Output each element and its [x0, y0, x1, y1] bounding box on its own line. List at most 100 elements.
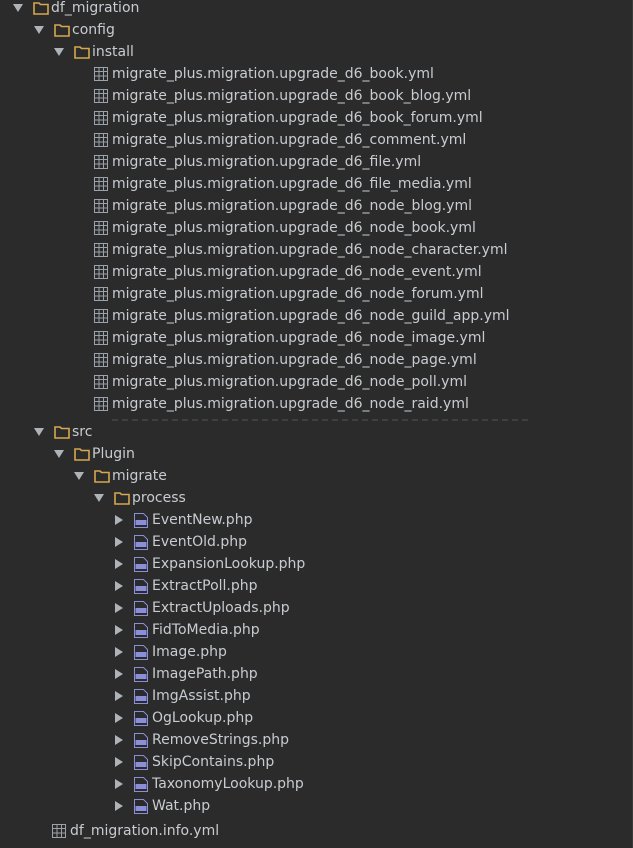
folder-icon	[33, 0, 49, 19]
file-label: Wat.php	[152, 798, 211, 814]
php-file-row[interactable]: ExtractPoll.php	[0, 575, 633, 597]
tree-row-migrate[interactable]: migrate	[0, 465, 633, 487]
php-file-icon	[134, 509, 150, 531]
php-file-row[interactable]: SkipContains.php	[0, 751, 633, 773]
php-file-row[interactable]: ImgAssist.php	[0, 685, 633, 707]
file-row[interactable]: migrate_plus.migration.upgrade_d6_node_p…	[0, 349, 633, 371]
file-label: ImagePath.php	[152, 666, 258, 682]
folder-label-src: src	[72, 424, 93, 440]
file-row[interactable]: migrate_plus.migration.upgrade_d6_node_e…	[0, 261, 633, 283]
collapsed-arrow-icon[interactable]	[114, 663, 126, 685]
project-tree: df_migration config install migrate_plus…	[0, 0, 633, 848]
folder-label-migrate: migrate	[112, 468, 167, 484]
collapsed-arrow-icon[interactable]	[114, 773, 126, 795]
file-row[interactable]: migrate_plus.migration.upgrade_d6_node_b…	[0, 217, 633, 239]
collapsed-arrow-icon[interactable]	[114, 729, 126, 751]
collapsed-arrow-icon[interactable]	[114, 553, 126, 575]
file-label: SkipContains.php	[152, 754, 275, 770]
file-row-info[interactable]: df_migration.info.yml	[0, 820, 633, 842]
collapsed-arrow-icon[interactable]	[114, 751, 126, 773]
yml-file-icon	[94, 283, 110, 305]
file-row[interactable]: migrate_plus.migration.upgrade_d6_book_b…	[0, 85, 633, 107]
folder-label-process: process	[132, 490, 186, 506]
yml-file-icon	[94, 173, 110, 195]
expanded-arrow-icon[interactable]	[73, 465, 85, 487]
php-file-row[interactable]: ExtractUploads.php	[0, 597, 633, 619]
php-file-row[interactable]: ImagePath.php	[0, 663, 633, 685]
yml-file-icon	[94, 393, 110, 415]
tree-row-src[interactable]: src	[0, 421, 633, 443]
file-row[interactable]: migrate_plus.migration.upgrade_d6_node_f…	[0, 283, 633, 305]
file-label: migrate_plus.migration.upgrade_d6_file.y…	[112, 154, 422, 170]
file-label: migrate_plus.migration.upgrade_d6_book.y…	[112, 66, 434, 82]
php-file-row[interactable]: EventOld.php	[0, 531, 633, 553]
php-file-icon	[134, 597, 150, 619]
collapsed-arrow-icon[interactable]	[114, 509, 126, 531]
php-file-row[interactable]: FidToMedia.php	[0, 619, 633, 641]
collapsed-arrow-icon[interactable]	[114, 619, 126, 641]
tree-row-config[interactable]: config	[0, 19, 633, 41]
file-row[interactable]: migrate_plus.migration.upgrade_d6_node_r…	[0, 393, 633, 415]
file-label: TaxonomyLookup.php	[152, 776, 304, 792]
file-row[interactable]: migrate_plus.migration.upgrade_d6_node_i…	[0, 327, 633, 349]
folder-icon	[74, 41, 90, 63]
folder-label-df-migration: df_migration	[51, 0, 140, 16]
file-row[interactable]: migrate_plus.migration.upgrade_d6_node_p…	[0, 371, 633, 393]
php-file-row[interactable]: TaxonomyLookup.php	[0, 773, 633, 795]
file-label: migrate_plus.migration.upgrade_d6_node_r…	[112, 396, 469, 412]
file-row[interactable]: migrate_plus.migration.upgrade_d6_file.y…	[0, 151, 633, 173]
expanded-arrow-icon[interactable]	[33, 19, 45, 41]
yml-file-icon	[94, 239, 110, 261]
php-file-icon	[134, 685, 150, 707]
php-file-row[interactable]: EventNew.php	[0, 509, 633, 531]
tree-row-process[interactable]: process	[0, 487, 633, 509]
file-label: ExtractPoll.php	[152, 578, 258, 594]
tree-row-df-migration[interactable]: df_migration	[0, 0, 633, 19]
collapsed-arrow-icon[interactable]	[114, 531, 126, 553]
yml-file-icon	[94, 217, 110, 239]
collapsed-arrow-icon[interactable]	[114, 707, 126, 729]
collapsed-arrow-icon[interactable]	[114, 575, 126, 597]
expanded-arrow-icon[interactable]	[33, 421, 45, 443]
expanded-arrow-icon[interactable]	[93, 487, 105, 509]
tree-row-plugin[interactable]: Plugin	[0, 443, 633, 465]
yml-file-icon	[94, 305, 110, 327]
php-file-row[interactable]: OgLookup.php	[0, 707, 633, 729]
file-row[interactable]: migrate_plus.migration.upgrade_d6_node_c…	[0, 239, 633, 261]
yml-file-icon	[94, 129, 110, 151]
file-row[interactable]: migrate_plus.migration.upgrade_d6_book_f…	[0, 107, 633, 129]
file-row[interactable]: migrate_plus.migration.upgrade_d6_book.y…	[0, 63, 633, 85]
expanded-arrow-icon[interactable]	[53, 443, 65, 465]
collapsed-arrow-icon[interactable]	[114, 597, 126, 619]
folder-icon	[74, 443, 90, 465]
php-file-row[interactable]: ExpansionLookup.php	[0, 553, 633, 575]
file-label: migrate_plus.migration.upgrade_d6_node_p…	[112, 352, 477, 368]
file-label: OgLookup.php	[152, 710, 254, 726]
folder-icon	[94, 465, 110, 487]
file-label: migrate_plus.migration.upgrade_d6_node_b…	[112, 198, 472, 214]
yml-file-icon	[94, 85, 110, 107]
php-file-row[interactable]: Wat.php	[0, 795, 633, 817]
collapsed-arrow-icon[interactable]	[114, 795, 126, 817]
file-row[interactable]: migrate_plus.migration.upgrade_d6_commen…	[0, 129, 633, 151]
php-file-row[interactable]: Image.php	[0, 641, 633, 663]
file-row[interactable]: migrate_plus.migration.upgrade_d6_node_g…	[0, 305, 633, 327]
yml-file-icon	[52, 820, 68, 842]
yml-file-icon	[94, 63, 110, 85]
expanded-arrow-icon[interactable]	[53, 41, 65, 63]
file-label: migrate_plus.migration.upgrade_d6_node_g…	[112, 308, 510, 324]
php-file-row[interactable]: RemoveStrings.php	[0, 729, 633, 751]
folder-label-plugin: Plugin	[92, 446, 135, 462]
php-file-icon	[134, 773, 150, 795]
folder-icon	[54, 421, 70, 443]
file-label: migrate_plus.migration.upgrade_d6_file_m…	[112, 176, 472, 192]
file-label: migrate_plus.migration.upgrade_d6_node_b…	[112, 220, 476, 236]
tree-row-install[interactable]: install	[0, 41, 633, 63]
file-row[interactable]: migrate_plus.migration.upgrade_d6_node_b…	[0, 195, 633, 217]
collapsed-arrow-icon[interactable]	[114, 685, 126, 707]
folder-icon	[114, 487, 130, 509]
file-row[interactable]: migrate_plus.migration.upgrade_d6_file_m…	[0, 173, 633, 195]
expanded-arrow-icon[interactable]	[12, 0, 24, 19]
php-file-icon	[134, 707, 150, 729]
collapsed-arrow-icon[interactable]	[114, 641, 126, 663]
